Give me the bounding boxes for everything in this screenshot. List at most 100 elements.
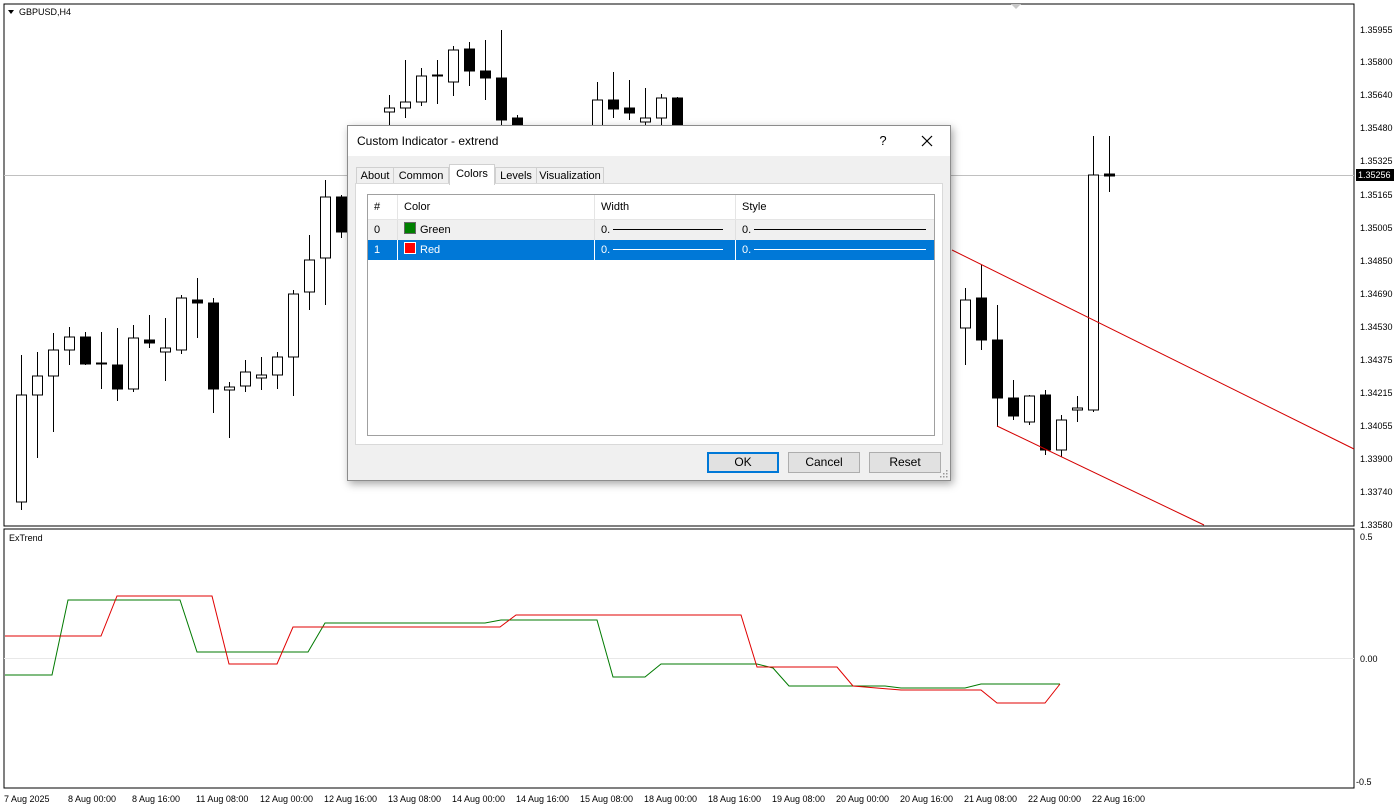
candle-body <box>496 77 507 121</box>
candle-body <box>976 297 987 341</box>
close-button[interactable] <box>912 128 942 154</box>
time-tick: 22 Aug 16:00 <box>1092 794 1145 804</box>
color-cell[interactable]: Red <box>398 240 595 260</box>
cancel-button[interactable]: Cancel <box>788 452 860 473</box>
candle-body <box>240 371 251 387</box>
resize-grip-icon[interactable] <box>940 470 948 478</box>
column-header-index[interactable]: # <box>368 195 398 219</box>
time-tick: 14 Aug 16:00 <box>516 794 569 804</box>
candle-body <box>432 74 443 77</box>
price-tick: 1.35325 <box>1360 156 1393 166</box>
width-cell[interactable]: 0. <box>595 220 736 240</box>
candle-body <box>480 70 491 79</box>
candle-body <box>96 362 107 365</box>
candle-body <box>448 49 459 83</box>
dialog-titlebar[interactable]: Custom Indicator - extrend ? <box>348 126 950 156</box>
row-index: 0 <box>368 220 398 240</box>
candle-body <box>80 336 91 365</box>
candle-body <box>384 107 395 113</box>
price-tick: 1.35955 <box>1360 25 1393 35</box>
candle-body <box>288 293 299 358</box>
candle-body <box>608 99 619 110</box>
colors-table[interactable]: # Color Width Style 0 Green 0. 0. 1 Red … <box>367 194 935 436</box>
price-tick: 1.33740 <box>1360 487 1393 497</box>
style-cell[interactable]: 0. <box>736 220 934 240</box>
candle-body <box>336 196 347 233</box>
time-tick: 8 Aug 16:00 <box>132 794 180 804</box>
candle-body <box>1088 174 1099 411</box>
reset-button[interactable]: Reset <box>869 452 941 473</box>
time-tick: 13 Aug 08:00 <box>388 794 441 804</box>
width-value: 0. <box>601 224 611 236</box>
current-price-label: 1.35256 <box>1358 170 1391 180</box>
price-tick: 1.33900 <box>1360 454 1393 464</box>
tab-about[interactable]: About <box>356 167 394 184</box>
candle-body <box>176 297 187 351</box>
candle-body <box>272 356 283 376</box>
tab-colors[interactable]: Colors <box>449 164 495 185</box>
style-cell[interactable]: 0. <box>736 240 934 260</box>
price-tick: 1.34055 <box>1360 421 1393 431</box>
candle-body <box>656 97 667 119</box>
table-row-selected[interactable]: 1 Red 0. 0. <box>368 240 934 260</box>
tab-common[interactable]: Common <box>393 167 449 184</box>
style-value: 0. <box>742 224 752 236</box>
price-tick: 1.35165 <box>1360 190 1393 200</box>
price-tick: 1.35005 <box>1360 223 1393 233</box>
candle-body <box>192 299 203 304</box>
candle-body <box>112 364 123 390</box>
time-tick: 20 Aug 16:00 <box>900 794 953 804</box>
candle-body <box>144 339 155 344</box>
column-header-style[interactable]: Style <box>736 195 934 219</box>
candle-body <box>992 339 1003 399</box>
price-tick: 1.34215 <box>1360 388 1393 398</box>
help-button[interactable]: ? <box>870 128 896 154</box>
indicator-tick: 0.5 <box>1360 532 1373 542</box>
table-row[interactable]: 0 Green 0. 0. <box>368 220 934 240</box>
candle-body <box>160 347 171 353</box>
time-axis: 7 Aug 2025 8 Aug 00:00 8 Aug 16:00 11 Au… <box>4 794 1145 804</box>
width-value: 0. <box>601 244 611 256</box>
candle-body <box>256 374 267 379</box>
style-value: 0. <box>742 244 752 256</box>
time-tick: 21 Aug 08:00 <box>964 794 1017 804</box>
candle-body <box>1040 394 1051 451</box>
candle-body <box>64 336 75 351</box>
style-line-sample <box>754 229 926 230</box>
candle-body <box>960 299 971 329</box>
indicator-axis: 0.5 0.00 -0.5 <box>1356 532 1378 787</box>
time-tick: 14 Aug 00:00 <box>452 794 505 804</box>
color-cell[interactable]: Green <box>398 220 595 240</box>
candle-body <box>464 48 475 72</box>
candle-body <box>400 101 411 109</box>
ok-button[interactable]: OK <box>707 452 779 473</box>
custom-indicator-dialog: Custom Indicator - extrend ? About Commo… <box>347 125 951 481</box>
row-index: 1 <box>368 240 398 260</box>
time-tick: 7 Aug 2025 <box>4 794 50 804</box>
candle-body <box>16 394 27 503</box>
width-cell[interactable]: 0. <box>595 240 736 260</box>
candle-body <box>1008 397 1019 417</box>
price-axis: 1.35955 1.35800 1.35640 1.35480 1.35325 … <box>1356 25 1394 530</box>
time-tick: 11 Aug 08:00 <box>196 794 248 804</box>
time-tick: 8 Aug 00:00 <box>68 794 116 804</box>
indicator-tick: 0.00 <box>1360 654 1378 664</box>
width-line-sample <box>613 249 723 250</box>
candle-body <box>32 375 43 396</box>
time-tick: 12 Aug 16:00 <box>324 794 377 804</box>
price-tick: 1.34375 <box>1360 355 1393 365</box>
candle-body <box>1072 407 1083 411</box>
price-tick: 1.34690 <box>1360 289 1393 299</box>
candle-body <box>592 99 603 129</box>
candle-body <box>416 75 427 103</box>
width-line-sample <box>613 229 723 230</box>
tab-visualization[interactable]: Visualization <box>536 167 604 184</box>
color-name: Green <box>420 224 451 236</box>
column-header-color[interactable]: Color <box>398 195 595 219</box>
column-header-width[interactable]: Width <box>595 195 736 219</box>
indicator-label: ExTrend <box>9 533 43 543</box>
candle-body <box>1104 173 1115 177</box>
tab-levels[interactable]: Levels <box>495 167 537 184</box>
time-tick: 15 Aug 08:00 <box>580 794 633 804</box>
candle-body <box>1024 395 1035 423</box>
